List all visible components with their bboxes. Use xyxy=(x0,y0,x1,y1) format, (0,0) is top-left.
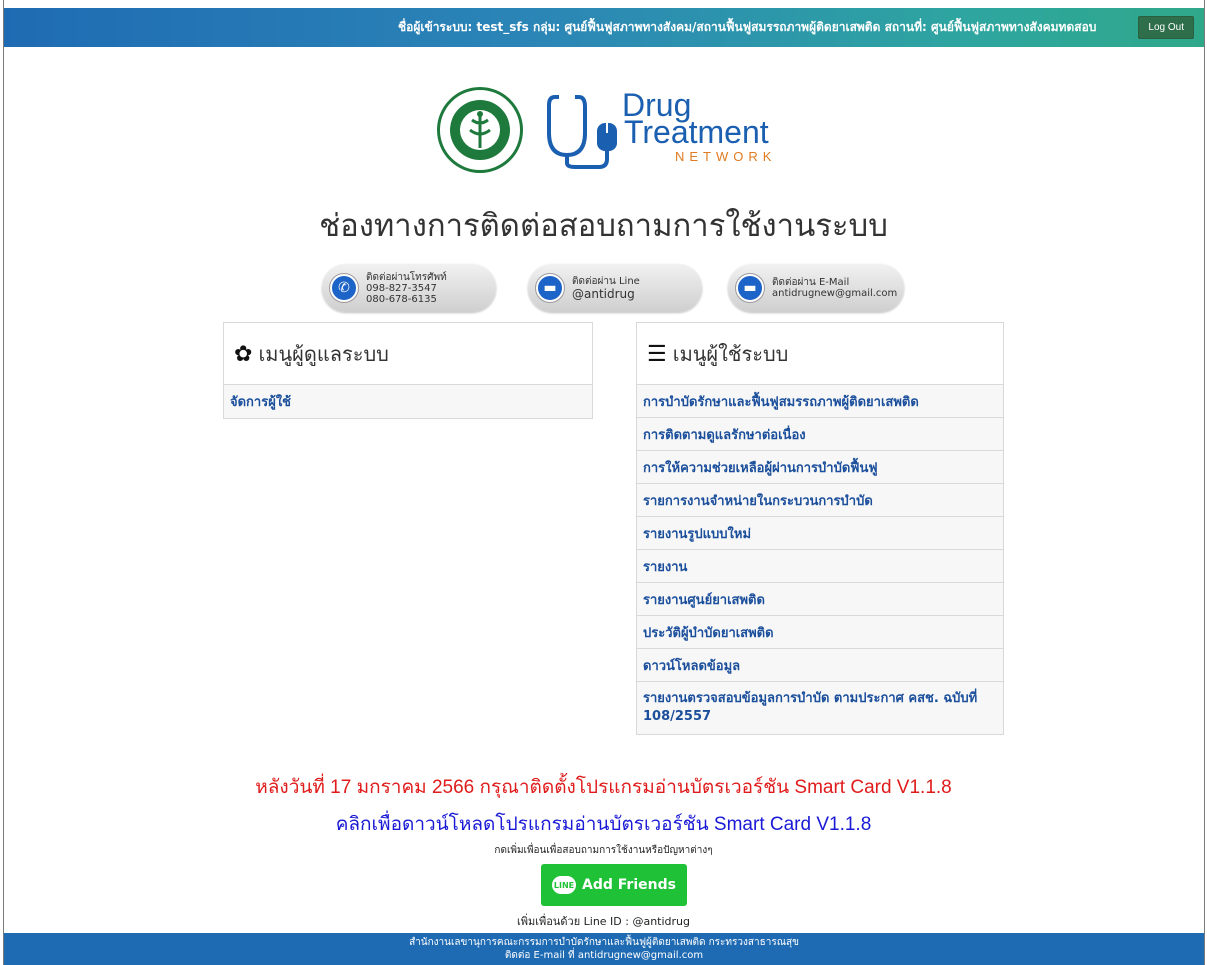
user-menu-item-audit-report[interactable]: รายงานตรวจสอบข้อมูลการบำบัด ตามประกาศ คส… xyxy=(637,682,1003,734)
contact-phone-label: ติดต่อผ่านโทรศัพท์ xyxy=(366,271,447,283)
admin-menu-item-manage-users[interactable]: จัดการผู้ใช้ xyxy=(224,385,592,418)
user-menu-item-treatment[interactable]: การบำบัดรักษาและฟื้นฟูสมรรถภาพผู้ติดยาเส… xyxy=(637,385,1003,418)
contact-email-label: ติดต่อผ่าน E-Mail xyxy=(772,277,850,288)
user-info: ชื่อผู้เข้าระบบ: test_sfs กลุ่ม: ศูนย์ฟื… xyxy=(398,20,1097,34)
mail-icon: ▬ xyxy=(736,274,764,302)
logout-button[interactable]: Log Out xyxy=(1138,16,1194,39)
user-menu-item-report[interactable]: รายงาน xyxy=(637,550,1003,583)
top-bar: ชื่อผู้เข้าระบบ: test_sfs กลุ่ม: ศูนย์ฟื… xyxy=(4,8,1204,47)
admin-menu-header: ✿ เมนูผู้ดูแลระบบ xyxy=(224,323,592,385)
gear-icon: ✿ xyxy=(234,340,253,366)
add-friends-label: Add Friends xyxy=(582,877,676,893)
logo: Drug Treatment NETWORK xyxy=(437,87,797,173)
contact-email-address: antidrugnew@gmail.com xyxy=(772,288,898,299)
chat-icon: ▬ xyxy=(536,274,564,302)
line-logo-icon: LINE xyxy=(552,876,577,894)
admin-menu: ✿ เมนูผู้ดูแลระบบ จัดการผู้ใช้ xyxy=(223,322,593,419)
user-menu-header: ☰ เมนูผู้ใช้ระบบ xyxy=(637,323,1003,385)
user-menu-item-assistance[interactable]: การให้ความช่วยเหลือผู้ผ่านการบำบัดฟื้นฟู xyxy=(637,451,1003,484)
contact-line-id: @antidrug xyxy=(572,286,635,301)
ministry-seal-icon xyxy=(437,87,523,173)
line-id-text: เพิ่มเพื่อนด้วย Line ID : @antidrug xyxy=(516,915,691,928)
page-title: ช่องทางการติดต่อสอบถามการใช้งานระบบ xyxy=(319,208,888,243)
smart-card-download-link[interactable]: คลิกเพื่อดาวน์โหลดโปรแกรมอ่านบัตรเวอร์ชั… xyxy=(0,809,1207,839)
footer-line-1: สำนักงานเลขานุการคณะกรรมการบำบัดรักษาและ… xyxy=(409,937,799,948)
add-friends-button[interactable]: LINE Add Friends xyxy=(541,864,687,906)
user-menu-item-download[interactable]: ดาวน์โหลดข้อมูล xyxy=(637,649,1003,682)
contact-email-pill[interactable]: ▬ ติดต่อผ่าน E-Mail antidrugnew@gmail.co… xyxy=(728,264,904,312)
stethoscope-icon xyxy=(547,95,617,169)
contact-phone-pill[interactable]: ✆ ติดต่อผ่านโทรศัพท์ 098-827-3547 080-67… xyxy=(322,264,496,312)
contact-phone-number-1: 098-827-3547 xyxy=(366,282,437,294)
contact-line-pill[interactable]: ▬ ติดต่อผ่าน Line @antidrug xyxy=(528,264,702,312)
add-friend-note: กดเพิ่มเพื่อนเพื่อสอบถามการใช้งานหรือปัญ… xyxy=(494,845,713,856)
user-menu-item-center-report[interactable]: รายงานศูนย์ยาเสพติด xyxy=(637,583,1003,616)
footer-line-2: ติดต่อ E-mail ที่ antidrugnew@gmail.com xyxy=(504,950,704,961)
admin-menu-title: เมนูผู้ดูแลระบบ xyxy=(258,343,389,366)
footer: สำนักงานเลขานุการคณะกรรมการบำบัดรักษาและ… xyxy=(4,933,1204,965)
user-menu-item-patient-history[interactable]: ประวัติผู้บำบัดยาเสพติด xyxy=(637,616,1003,649)
phone-icon: ✆ xyxy=(330,274,358,302)
user-menu-item-follow-up[interactable]: การติดตามดูแลรักษาต่อเนื่อง xyxy=(637,418,1003,451)
user-menu-item-discharge-list[interactable]: รายการงานจำหน่ายในกระบวนการบำบัด xyxy=(637,484,1003,517)
user-menu: ☰ เมนูผู้ใช้ระบบ การบำบัดรักษาและฟื้นฟูส… xyxy=(636,322,1004,735)
user-menu-item-new-report[interactable]: รายงานรูปแบบใหม่ xyxy=(637,517,1003,550)
contact-line-label: ติดต่อผ่าน Line xyxy=(572,275,640,287)
logo-text-network: NETWORK xyxy=(675,149,777,164)
contact-phone-number-2: 080-678-6135 xyxy=(366,293,437,305)
logo-text-treatment: Treatment xyxy=(624,114,769,150)
smart-card-notice: หลังวันที่ 17 มกราคม 2566 กรุณาติดตั้งโป… xyxy=(255,777,952,798)
user-menu-title: เมนูผู้ใช้ระบบ xyxy=(672,343,789,366)
user-list-icon: ☰ xyxy=(647,340,667,366)
